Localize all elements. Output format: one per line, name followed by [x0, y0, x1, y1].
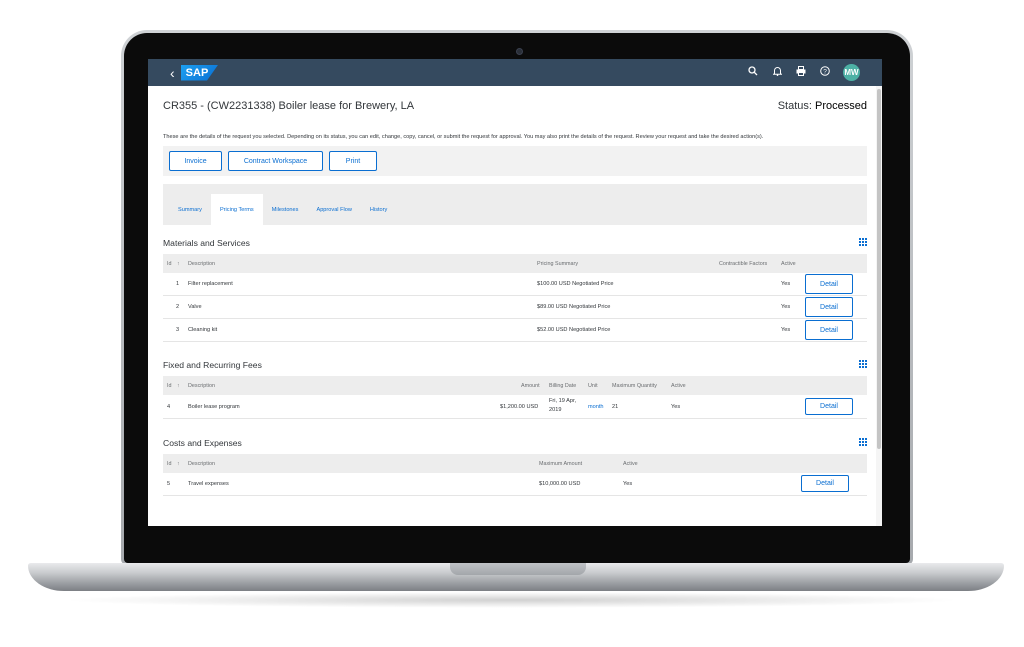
table-settings-icon[interactable] — [859, 360, 867, 370]
row-pricing: $52.00 USD Negotiated Price — [537, 327, 611, 333]
avatar[interactable]: MW — [843, 64, 860, 81]
sort-icon[interactable]: ↑ — [177, 261, 180, 267]
page-title: CR355 - (CW2231338) Boiler lease for Bre… — [163, 100, 415, 112]
table-row: 1 Filter replacement $100.00 USD Negotia… — [163, 273, 867, 296]
col-active: Active — [671, 382, 686, 389]
row-active: Yes — [781, 304, 791, 310]
row-active: Yes — [781, 281, 791, 287]
row-billing-year: 2019 — [549, 407, 562, 413]
materials-title: Materials and Services — [163, 238, 250, 248]
sap-logo[interactable]: SAP — [180, 64, 219, 81]
fees-section-header: Fixed and Recurring Fees — [163, 354, 867, 376]
status-value: Processed — [815, 100, 867, 112]
table-row: 3 Cleaning kit $52.00 USD Negotiated Pri… — [163, 319, 867, 342]
sort-icon[interactable]: ↑ — [177, 461, 180, 467]
laptop-notch — [450, 563, 586, 575]
detail-button[interactable]: Detail — [805, 274, 853, 294]
costs-title: Costs and Expenses — [163, 438, 242, 448]
table-settings-icon[interactable] — [859, 238, 867, 248]
shell-bar: ‹ SAP ? MW — [148, 59, 882, 86]
col-description: Description — [188, 382, 215, 389]
row-id: 1 — [176, 281, 180, 287]
table-row: 5 Travel expenses $10,000.00 USD Yes Det… — [163, 473, 867, 496]
row-active: Yes — [671, 403, 681, 410]
col-description: Description — [188, 460, 215, 467]
status-badge: Status: Processed — [778, 100, 867, 112]
row-id: 2 — [176, 304, 180, 310]
help-icon[interactable]: ? — [819, 66, 831, 79]
col-active: Active — [781, 260, 796, 267]
row-id: 5 — [167, 481, 171, 487]
col-unit: Unit — [588, 382, 598, 389]
col-id[interactable]: Id — [167, 461, 172, 467]
col-id[interactable]: Id — [167, 383, 172, 389]
page-description: These are the details of the request you… — [163, 134, 764, 140]
page-header: CR355 - (CW2231338) Boiler lease for Bre… — [163, 86, 867, 126]
bell-icon[interactable] — [771, 66, 783, 79]
col-id[interactable]: Id — [167, 261, 172, 267]
laptop-frame: ‹ SAP ? MW CR355 - (CW2231338) Boiler le… — [0, 0, 1024, 647]
costs-section-header: Costs and Expenses — [163, 432, 867, 454]
col-description: Description — [188, 260, 215, 267]
col-billing-date: Billing Date — [549, 382, 577, 389]
tab-bar: Summary Pricing Terms Milestones Approva… — [163, 184, 867, 225]
row-amount: $1,200.00 USD — [500, 403, 539, 410]
print-icon[interactable] — [795, 66, 807, 79]
costs-table-header: Id ↑ Description Maximum Amount Active — [163, 454, 867, 473]
tab-history[interactable]: History — [361, 194, 396, 225]
fees-table-header: Id ↑ Description Amount Billing Date Uni… — [163, 376, 867, 395]
tab-pricing-terms[interactable]: Pricing Terms — [210, 194, 263, 225]
tab-milestones[interactable]: Milestones — [263, 194, 308, 225]
row-pricing: $100.00 USD Negotiated Price — [537, 281, 614, 287]
scrollbar-thumb[interactable] — [877, 89, 881, 449]
print-button[interactable]: Print — [329, 151, 377, 171]
row-description: Boiler lease program — [188, 403, 240, 410]
row-active: Yes — [623, 481, 633, 487]
col-amount: Amount — [521, 382, 540, 389]
detail-button[interactable]: Detail — [805, 320, 853, 340]
col-maximum-amount: Maximum Amount — [539, 460, 583, 467]
detail-button[interactable]: Detail — [805, 398, 853, 415]
tab-summary[interactable]: Summary — [169, 194, 211, 225]
table-settings-icon[interactable] — [859, 438, 867, 448]
row-billing-date: Fri, 19 Apr, — [549, 398, 577, 404]
col-contractible-factors: Contractible Factors — [719, 260, 768, 267]
col-active: Active — [623, 460, 638, 467]
row-description: Cleaning kit — [188, 327, 218, 333]
laptop-shadow — [60, 592, 964, 608]
search-icon[interactable] — [747, 66, 759, 79]
back-button[interactable]: ‹ — [170, 65, 175, 81]
invoice-button[interactable]: Invoice — [169, 151, 222, 171]
row-description: Travel expenses — [188, 481, 229, 487]
table-row: 4 Boiler lease program $1,200.00 USD Fri… — [163, 395, 867, 419]
status-label: Status: — [777, 100, 812, 112]
fees-title: Fixed and Recurring Fees — [163, 360, 262, 370]
row-max-quantity: 21 — [612, 403, 619, 410]
page-content: CR355 - (CW2231338) Boiler lease for Bre… — [148, 86, 882, 526]
row-description: Filter replacement — [188, 281, 233, 287]
row-pricing: $89.00 USD Negotiated Price — [537, 304, 611, 310]
sort-icon[interactable]: ↑ — [177, 383, 180, 389]
camera-icon — [516, 48, 523, 55]
row-id: 3 — [176, 327, 180, 333]
app-screen: ‹ SAP ? MW CR355 - (CW2231338) Boiler le… — [148, 59, 882, 526]
table-row: 2 Valve $89.00 USD Negotiated Price Yes … — [163, 296, 867, 319]
detail-button[interactable]: Detail — [805, 297, 853, 317]
action-toolbar: Invoice Contract Workspace Print — [163, 146, 867, 176]
tab-approval-flow[interactable]: Approval Flow — [307, 194, 360, 225]
col-pricing-summary: Pricing Summary — [537, 260, 579, 267]
svg-text:?: ? — [823, 68, 827, 75]
row-max-amount: $10,000.00 USD — [539, 481, 581, 487]
row-active: Yes — [781, 327, 791, 333]
detail-button[interactable]: Detail — [801, 475, 849, 492]
row-id: 4 — [167, 403, 171, 410]
materials-section-header: Materials and Services — [163, 232, 867, 254]
shell-actions: ? MW — [747, 59, 860, 86]
col-max-quantity: Maximum Quantity — [612, 382, 657, 389]
row-unit-link[interactable]: month — [588, 404, 604, 410]
row-description: Valve — [188, 304, 202, 310]
contract-workspace-button[interactable]: Contract Workspace — [228, 151, 323, 171]
materials-table-header: Id ↑ Description Pricing Summary Contrac… — [163, 254, 867, 273]
